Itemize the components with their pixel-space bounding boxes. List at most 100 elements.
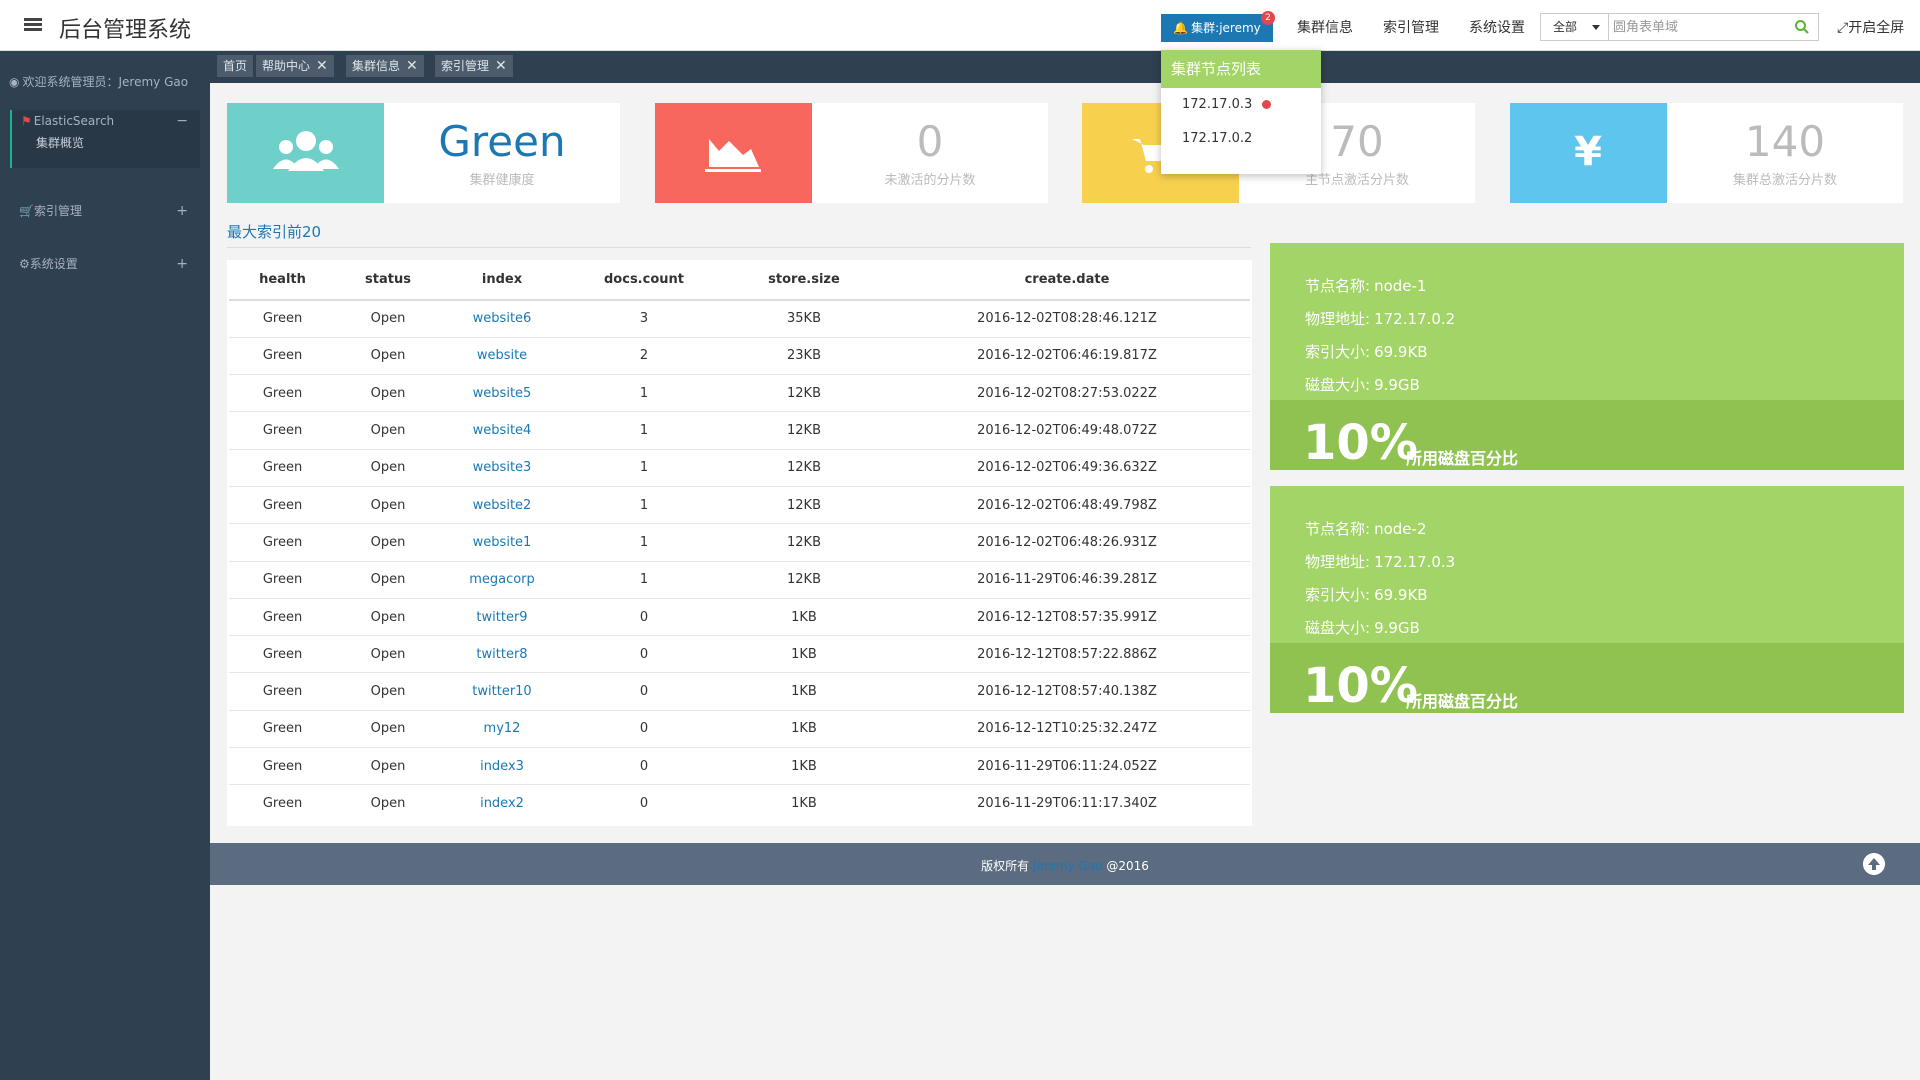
column-header-docs-count[interactable]: docs.count: [564, 260, 724, 301]
disk-percent: 10%: [1303, 658, 1418, 714]
cell-index[interactable]: index2: [440, 784, 564, 823]
cell-index[interactable]: website6: [440, 299, 564, 338]
cell-docs-count: 1: [564, 448, 724, 487]
cell-index[interactable]: website5: [440, 374, 564, 412]
dashboard-icon: ◉: [9, 75, 20, 89]
notification-badge: 2: [1261, 11, 1275, 25]
cell-create-date: 2016-11-29T06:11:17.340Z: [884, 784, 1250, 823]
node-card-1: 节点名称: node-1 物理地址: 172.17.0.2 索引大小: 69.9KB …: [1270, 243, 1904, 471]
table-row: Green Open website6 3 35KB 2016-12-02T08:28:4…: [229, 299, 1250, 338]
cell-health: Green: [229, 747, 336, 785]
gears-icon: ⚙: [19, 257, 30, 271]
svg-text:¥: ¥: [1574, 129, 1602, 175]
tab-cluster-info[interactable]: 集群信息 ✕: [346, 55, 424, 77]
cluster-button-label: 集群:jeremy: [1191, 21, 1261, 35]
close-icon[interactable]: ✕: [495, 58, 507, 74]
cell-status: Open: [336, 709, 440, 748]
cell-status: Open: [336, 784, 440, 823]
main-content: Green 集群健康度 0 未激活的分片数 70 主节点激活分片数 ¥ 140 …: [210, 83, 1920, 843]
cell-index[interactable]: my12: [440, 709, 564, 748]
menu-toggle-icon[interactable]: [24, 18, 42, 32]
cell-docs-count: 0: [564, 747, 724, 785]
status-dot-icon: [1262, 100, 1272, 109]
stat-card-health: Green 集群健康度: [227, 103, 620, 203]
cell-create-date: 2016-12-12T08:57:22.886Z: [884, 635, 1250, 673]
cell-docs-count: 3: [564, 299, 724, 338]
node-address-row: 物理地址: 172.17.0.2: [1305, 308, 1455, 329]
node-disk-size-label: 磁盘大小:: [1305, 376, 1371, 394]
sidebar-item-system-settings[interactable]: ⚙系统设置 +: [10, 253, 200, 275]
nav-index-management[interactable]: 索引管理: [1383, 17, 1439, 37]
cell-docs-count: 1: [564, 523, 724, 562]
cell-index[interactable]: twitter8: [440, 635, 564, 673]
cell-health: Green: [229, 411, 336, 450]
cell-index[interactable]: index3: [440, 747, 564, 785]
author-link[interactable]: Jeremy Gao: [1033, 859, 1103, 873]
search-scope-select[interactable]: 全部: [1541, 14, 1609, 40]
node-name-value: node-2: [1374, 520, 1427, 538]
dropdown-item-label: 172.17.0.2: [1182, 131, 1253, 146]
column-header-create-date[interactable]: create.date: [884, 260, 1250, 301]
cell-store-size: 1KB: [724, 747, 884, 785]
node-name-label: 节点名称:: [1305, 277, 1371, 295]
cell-store-size: 35KB: [724, 299, 884, 338]
disk-percent: 10%: [1303, 415, 1418, 471]
sidebar-group-elasticsearch: ⚑ ElasticSearch − 集群概览: [10, 110, 200, 168]
cell-index[interactable]: website: [440, 336, 564, 375]
tab-home[interactable]: 首页: [217, 55, 254, 77]
table-row: Green Open website3 1 12KB 2016-12-02T06:49:3…: [229, 448, 1250, 487]
fullscreen-button[interactable]: ⤢开启全屏: [1837, 17, 1904, 37]
search-input[interactable]: [1613, 16, 1783, 38]
cell-health: Green: [229, 448, 336, 487]
cell-index[interactable]: website2: [440, 485, 564, 524]
cell-health: Green: [229, 299, 336, 338]
cluster-node-dropdown: 集群节点列表 172.17.0.3 172.17.0.2: [1161, 50, 1321, 174]
cell-health: Green: [229, 523, 336, 562]
cell-store-size: 1KB: [724, 709, 884, 748]
cell-index[interactable]: twitter10: [440, 672, 564, 711]
search-icon[interactable]: [1794, 19, 1810, 35]
tab-index-management[interactable]: 索引管理 ✕: [435, 55, 513, 77]
cell-index[interactable]: website3: [440, 448, 564, 487]
cell-store-size: 12KB: [724, 560, 884, 599]
sidebar-item-cluster-overview[interactable]: 集群概览: [12, 132, 200, 160]
flag-icon: ⚑: [21, 114, 32, 128]
back-to-top-icon[interactable]: [1863, 853, 1885, 875]
cluster-button[interactable]: 🔔 集群:jeremy: [1161, 14, 1273, 42]
cell-index[interactable]: website4: [440, 411, 564, 450]
close-icon[interactable]: ✕: [316, 58, 328, 74]
search-box: 全部: [1540, 13, 1819, 41]
cell-index[interactable]: website1: [440, 523, 564, 562]
cell-status: Open: [336, 597, 440, 636]
close-icon[interactable]: ✕: [406, 58, 418, 74]
node-name-label: 节点名称:: [1305, 520, 1371, 538]
cell-create-date: 2016-12-02T06:49:36.632Z: [884, 448, 1250, 487]
column-header-index[interactable]: index: [440, 260, 564, 301]
node-index-size-value: 69.9KB: [1374, 343, 1428, 361]
tab-label: 首页: [223, 59, 248, 73]
section-title: 最大索引前20: [227, 223, 322, 241]
table-row: Green Open megacorp 1 12KB 2016-11-29T06:46:3…: [229, 560, 1250, 599]
nav-cluster-info[interactable]: 集群信息: [1297, 17, 1353, 37]
search-scope-value: 全部: [1553, 20, 1578, 34]
node-disk-size-row: 磁盘大小: 9.9GB: [1305, 617, 1420, 638]
tab-help-center[interactable]: 帮助中心 ✕: [256, 55, 334, 77]
dropdown-item-node[interactable]: 172.17.0.2: [1161, 122, 1321, 156]
welcome-text: ◉ 欢迎系统管理员：Jeremy Gao: [9, 73, 188, 90]
table-row: Green Open website4 1 12KB 2016-12-02T06:49:4…: [229, 411, 1250, 450]
node-disk-size-value: 9.9GB: [1374, 376, 1420, 394]
node-card-2: 节点名称: node-2 物理地址: 172.17.0.3 索引大小: 69.9KB …: [1270, 486, 1904, 714]
sidebar-item-index-management[interactable]: 🛒索引管理 +: [10, 200, 200, 222]
nav-system-settings[interactable]: 系统设置: [1469, 17, 1525, 37]
cell-store-size: 12KB: [724, 411, 884, 450]
dropdown-item-node[interactable]: 172.17.0.3: [1161, 88, 1321, 122]
node-address-value: 172.17.0.3: [1374, 553, 1456, 571]
sidebar-item-elasticsearch[interactable]: ⚑ ElasticSearch −: [12, 110, 200, 132]
cell-index[interactable]: twitter9: [440, 597, 564, 636]
column-header-store-size[interactable]: store.size: [724, 260, 884, 301]
column-header-health[interactable]: health: [229, 260, 336, 301]
cell-index[interactable]: megacorp: [440, 560, 564, 599]
expand-plus-icon: +: [176, 203, 188, 219]
sidebar-item-label: 系统设置: [29, 257, 78, 271]
column-header-status[interactable]: status: [336, 260, 440, 301]
